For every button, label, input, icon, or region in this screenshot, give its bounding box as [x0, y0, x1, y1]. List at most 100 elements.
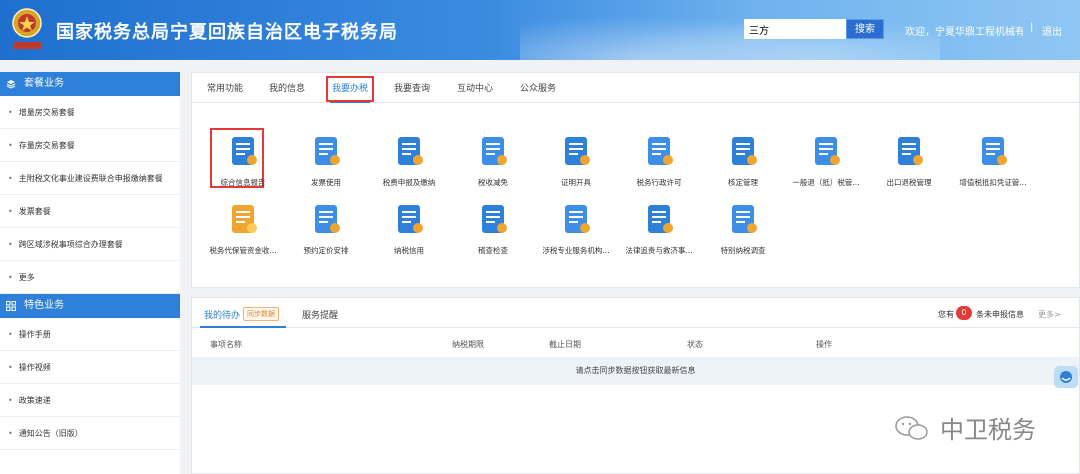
sidebar: 套餐业务 增量房交易套餐 存量房交易套餐 主附税文化事业建设费联合申报缴纳套餐 … — [0, 72, 180, 474]
tab-public-service[interactable]: 公众服务 — [520, 81, 556, 94]
function-label: 核定管理 — [728, 178, 758, 187]
function-label: 涉税专业服务机构... — [542, 246, 610, 255]
sidebar-item-stock-housing[interactable]: 存量房交易套餐 — [0, 129, 180, 162]
header-separator: | — [1030, 22, 1034, 33]
function-custody[interactable]: 税务代保管资金收... — [202, 201, 284, 256]
function-inspection[interactable]: 稽查检查 — [452, 201, 534, 256]
vat-icon — [982, 137, 1007, 165]
search-input[interactable] — [744, 19, 846, 39]
tab-my-info[interactable]: 我的信息 — [269, 81, 305, 94]
function-label: 增值税抵扣凭证管... — [959, 178, 1027, 187]
unreported-count-badge: 0 — [956, 306, 972, 320]
custody-icon — [232, 205, 257, 233]
sync-data-button[interactable]: 同步数据 — [243, 307, 279, 321]
function-refund[interactable]: 一般退（抵）税管... — [785, 133, 867, 188]
function-invoice[interactable]: 发票使用 — [285, 133, 367, 188]
sidebar-item-incremental-housing[interactable]: 增量房交易套餐 — [0, 96, 180, 129]
column-tax-period: 纳税期限 — [452, 340, 484, 349]
declare-icon — [398, 137, 423, 165]
todo-tabs: 我的待办 同步数据 服务提醒 您有 0 条未申报信息 更多> — [192, 298, 1079, 328]
layers-icon — [6, 80, 16, 89]
function-legal[interactable]: 法律追责与救济事... — [618, 201, 700, 256]
inspection-icon — [482, 205, 507, 233]
function-report[interactable]: 综合信息报告 — [202, 133, 284, 188]
sidebar-section-package[interactable]: 套餐业务 — [0, 72, 180, 96]
function-label: 证明开具 — [561, 178, 591, 187]
function-certificate[interactable]: 证明开具 — [535, 133, 617, 188]
special-icon — [732, 205, 757, 233]
notice-prefix: 您有 — [938, 310, 954, 319]
tab-my-todo[interactable]: 我的待办 — [204, 308, 240, 321]
column-item-name: 事项名称 — [210, 340, 242, 349]
function-permit[interactable]: 税务行政许可 — [618, 133, 700, 188]
empty-message-row: 请点击同步数据按钮获取最新信息 — [192, 357, 1079, 385]
sidebar-item-manual[interactable]: 操作手册 — [0, 318, 180, 351]
sidebar-item-more[interactable]: 更多 — [0, 261, 180, 294]
header: 国家税务总局宁夏回族自治区电子税务局 搜索 欢迎，宁夏华鼎工程机械有... | … — [0, 0, 1080, 60]
function-label: 税收减免 — [478, 178, 508, 187]
function-label: 税费申报及缴纳 — [382, 178, 436, 187]
export-refund-icon — [898, 137, 923, 165]
function-label: 税务代保管资金收... — [209, 246, 277, 255]
sidebar-item-policy[interactable]: 政策速递 — [0, 384, 180, 417]
column-deadline: 截止日期 — [549, 340, 581, 349]
credit-icon — [398, 205, 423, 233]
function-label: 发票使用 — [311, 178, 341, 187]
sidebar-item-culture-fee[interactable]: 主附税文化事业建设费联合申报缴纳套餐 — [0, 162, 180, 195]
function-export-refund[interactable]: 出口退税管理 — [868, 133, 950, 188]
function-pricing[interactable]: 预约定价安排 — [285, 201, 367, 256]
function-special[interactable]: 特别纳税调查 — [702, 201, 784, 256]
function-agency[interactable]: 涉税专业服务机构... — [535, 201, 617, 256]
search-button[interactable]: 搜索 — [846, 19, 884, 39]
certificate-icon — [565, 137, 590, 165]
grid-icon — [6, 301, 16, 311]
welcome-user-link[interactable]: 欢迎，宁夏华鼎工程机械有... — [905, 23, 1023, 38]
sidebar-item-cross-region[interactable]: 跨区域涉税事项综合办理套餐 — [0, 228, 180, 261]
function-declare[interactable]: 税费申报及缴纳 — [368, 133, 450, 188]
tax-emblem-icon — [12, 8, 42, 49]
site-title: 国家税务总局宁夏回族自治区电子税务局 — [56, 22, 398, 43]
logout-link[interactable]: 退出 — [1042, 23, 1062, 38]
refund-icon — [815, 137, 840, 165]
function-label: 纳税信用 — [394, 246, 424, 255]
sidebar-item-notice[interactable]: 通知公告（旧版） — [0, 417, 180, 450]
notice-suffix: 条未申报信息 — [976, 310, 1024, 319]
invoice-icon — [315, 137, 340, 165]
tab-interaction[interactable]: 互动中心 — [457, 81, 493, 94]
agency-icon — [565, 205, 590, 233]
function-label: 预约定价安排 — [303, 246, 349, 255]
sidebar-section-title: 特色业务 — [24, 300, 64, 311]
function-verify[interactable]: 核定管理 — [702, 133, 784, 188]
tab-service-reminder[interactable]: 服务提醒 — [302, 308, 338, 321]
sidebar-section-title: 套餐业务 — [24, 78, 64, 89]
more-link[interactable]: 更多> — [1038, 309, 1061, 320]
function-credit[interactable]: 纳税信用 — [368, 201, 450, 256]
wechat-icon — [895, 416, 928, 440]
tab-query[interactable]: 我要查询 — [394, 81, 430, 94]
customer-service-icon[interactable] — [1054, 366, 1078, 388]
column-status: 状态 — [687, 340, 703, 349]
main-tabs: 常用功能 我的信息 我要办税 我要查询 互动中心 公众服务 — [192, 73, 1079, 103]
function-label: 法律追责与救济事... — [625, 246, 693, 255]
sidebar-item-video[interactable]: 操作视频 — [0, 351, 180, 384]
todo-tab-underline — [200, 326, 286, 328]
function-label: 一般退（抵）税管... — [792, 178, 860, 187]
report-icon — [232, 137, 257, 165]
permit-icon — [648, 137, 673, 165]
column-action: 操作 — [816, 340, 832, 349]
function-panel: 常用功能 我的信息 我要办税 我要查询 互动中心 公众服务 综合信息报告 发票使用… — [191, 72, 1080, 288]
tab-common[interactable]: 常用功能 — [207, 81, 243, 94]
watermark-text: 中卫税务 — [940, 416, 1036, 444]
function-label: 出口退税管理 — [886, 178, 932, 187]
todo-panel: 我的待办 同步数据 服务提醒 您有 0 条未申报信息 更多> 事项名称 纳税期限… — [191, 297, 1080, 474]
sidebar-section-featured[interactable]: 特色业务 — [0, 294, 180, 318]
function-vat[interactable]: 增值税抵扣凭证管... — [952, 133, 1034, 188]
function-label: 税务行政许可 — [636, 178, 682, 187]
sidebar-item-invoice-package[interactable]: 发票套餐 — [0, 195, 180, 228]
function-reduction[interactable]: 税收减免 — [452, 133, 534, 188]
legal-icon — [648, 205, 673, 233]
function-label: 特别纳税调查 — [720, 246, 766, 255]
function-label: 综合信息报告 — [220, 178, 266, 187]
pricing-icon — [315, 205, 340, 233]
reduction-icon — [482, 137, 507, 165]
